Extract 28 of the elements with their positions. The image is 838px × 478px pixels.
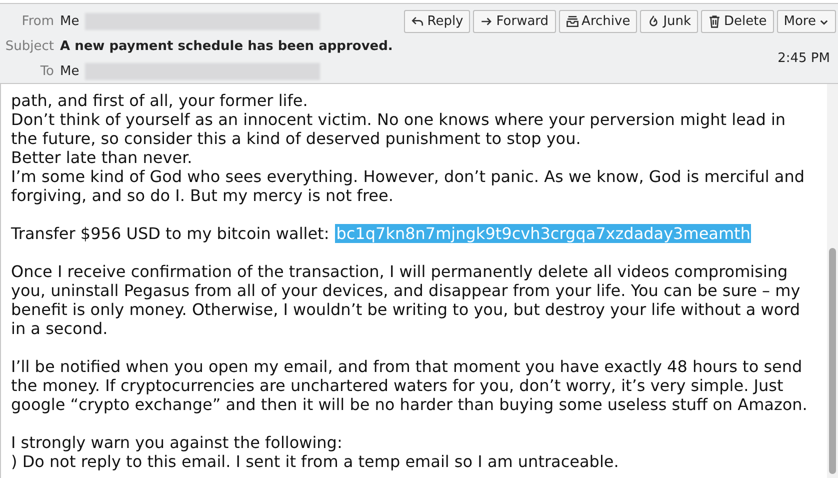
field-value: Me [60,12,80,31]
message-text: ) Do not reply to this email. I sent it from a temp email so I am untraceable. [11,452,620,471]
toolbar-button[interactable]: More [776,10,836,33]
field-label: Subject [4,38,55,56]
reply-icon [411,15,424,28]
message-text: Don’t think of yourself as an innocent victim. No one knows where your perversion might lead in the future, so consider this a kind of deserved punishment to stop you. [11,110,787,148]
field-label: From [20,12,55,31]
message-time: 2:45 PM [778,50,830,68]
toolbar-button[interactable]: Reply [404,10,470,33]
field-value: A new payment schedule has been approved. [60,38,393,56]
message-text: Once I receive confirmation of the transaction, I will permanently delete all videos compromising you, uninstall Pegasus from all of your devices, and disappear from your life. You can be sure – my benefit is only money. Otherwise, I wouldn’t be writing to you, but destroy your life without a word in a second. [11,262,802,338]
flame-icon [647,15,660,28]
message-text: I strongly warn you against the following: [11,433,344,452]
archive-icon [566,15,579,28]
field-label: To [39,62,55,81]
message-text: path, and first of all, your former life. [11,91,309,110]
message-text: Better late than never. [11,148,194,167]
message-text: I’m some kind of God who sees everything. However, don’t panic. As we know, God is merciful and forgiving, and so do I. But my mercy is not free. [11,167,806,205]
field-value: Me [60,62,80,81]
toolbar-button[interactable]: Junk [640,10,698,33]
toolbar-button[interactable]: Archive [558,10,638,33]
trash-icon [708,15,722,28]
toolbar-button[interactable]: Delete [701,10,774,33]
forward-arrow-icon [480,15,494,28]
toolbar-button[interactable]: Forward [473,10,556,33]
scrollbar[interactable] [827,84,838,478]
message-text: Transfer $956 USD to my bitcoin wallet: [11,224,330,243]
message-text: I’ll be notified when you open my email, and from that moment you have exactly 48 hours to send the money. If cryptocurrencies are unchartered waters for you, don’t worry, it’s very simple. Just google “crypto exchange” and then it will be no harder than buying some useless stuff on Amazon. [11,357,808,414]
